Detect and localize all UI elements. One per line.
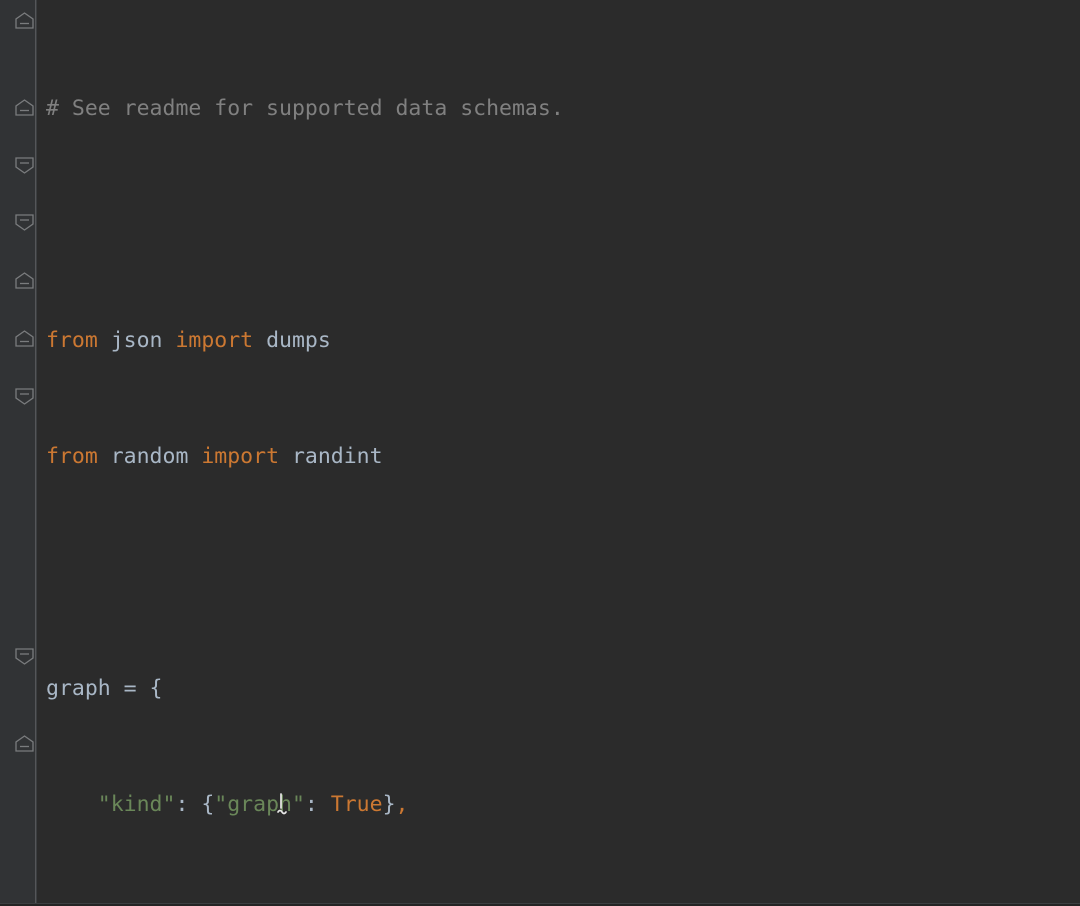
code-token-module: random bbox=[97, 444, 202, 469]
code-token-comma: , bbox=[395, 792, 409, 817]
code-token-name: dumps bbox=[253, 328, 331, 353]
code-line[interactable]: # See readme for supported data schemas. bbox=[36, 94, 1080, 123]
code-token-punct: : bbox=[304, 792, 331, 817]
code-line[interactable]: from json import dumps bbox=[36, 326, 1080, 355]
code-line[interactable] bbox=[36, 558, 1080, 587]
code-token-constant: True bbox=[330, 792, 383, 817]
code-editor[interactable]: # See readme for supported data schemas.… bbox=[0, 0, 1080, 906]
editor-gutter[interactable] bbox=[0, 0, 37, 906]
code-token-name: randint bbox=[279, 444, 383, 469]
fold-end-marker[interactable] bbox=[13, 330, 36, 347]
code-token-string: "kind" bbox=[97, 792, 176, 817]
fold-end-marker[interactable] bbox=[13, 735, 36, 752]
code-token-punct: : { bbox=[175, 792, 215, 817]
code-content[interactable]: # See readme for supported data schemas.… bbox=[36, 0, 1080, 906]
code-line[interactable]: graph = { bbox=[36, 674, 1080, 703]
code-token-keyword: from bbox=[46, 444, 98, 469]
fold-start-marker[interactable] bbox=[13, 157, 36, 174]
code-token-keyword: import bbox=[201, 444, 280, 469]
code-token-comment: # See readme for supported data schemas. bbox=[46, 96, 564, 121]
fold-end-marker[interactable] bbox=[13, 99, 36, 116]
code-line[interactable]: "kind": {"graph": True}, bbox=[36, 790, 1080, 819]
fold-end-marker[interactable] bbox=[13, 12, 36, 29]
fold-end-marker[interactable] bbox=[13, 272, 36, 289]
fold-start-marker[interactable] bbox=[13, 214, 36, 231]
fold-start-marker[interactable] bbox=[13, 648, 36, 665]
code-token-keyword: import bbox=[175, 328, 254, 353]
code-token-keyword: from bbox=[46, 328, 98, 353]
fold-start-marker[interactable] bbox=[13, 388, 36, 405]
code-token-module: json bbox=[97, 328, 176, 353]
code-token-punct: } bbox=[382, 792, 396, 817]
code-token-variable: graph = { bbox=[46, 676, 163, 701]
code-line[interactable]: from random import randint bbox=[36, 442, 1080, 471]
code-token-string: "graph" bbox=[214, 792, 305, 817]
code-line[interactable] bbox=[36, 210, 1080, 239]
